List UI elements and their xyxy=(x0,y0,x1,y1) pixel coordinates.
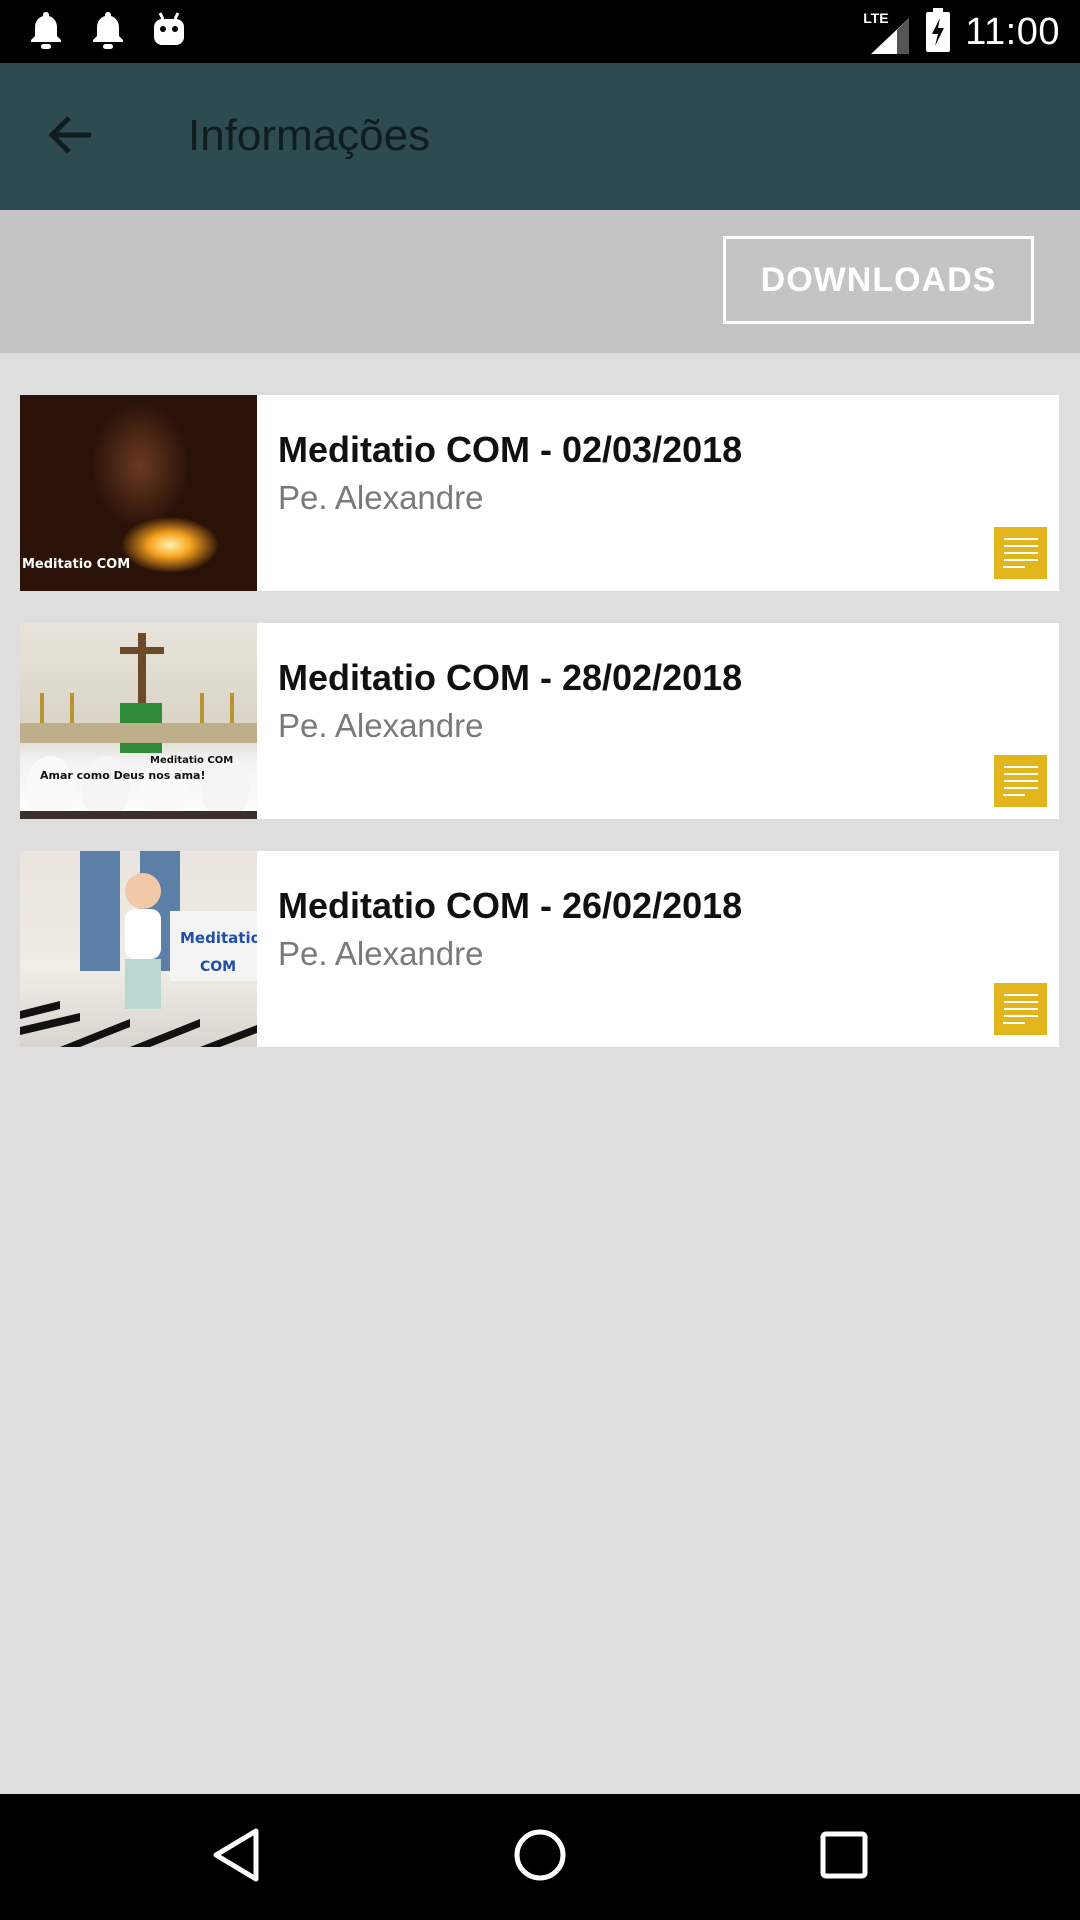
status-bar: LTE 11:00 xyxy=(0,0,1080,63)
lte-signal-icon: LTE xyxy=(863,10,911,56)
list-item[interactable]: Meditatio COM Meditatio COM - 02/03/2018… xyxy=(20,395,1059,591)
clock: 11:00 xyxy=(965,11,1060,53)
thumbnail-caption: Meditatio COM xyxy=(150,755,234,766)
notification-bell-icon xyxy=(90,10,126,55)
list-item[interactable]: Meditatio COM Meditatio COM - 26/02/2018… xyxy=(20,851,1059,1047)
thumbnail-image: Meditatio COM Amar como Deus nos ama! xyxy=(20,623,257,819)
app-bar: Informações xyxy=(0,63,1080,210)
text-lines-icon[interactable] xyxy=(994,755,1047,807)
status-icons-right: LTE 11:00 xyxy=(863,8,1060,57)
baby-scene xyxy=(20,851,257,1047)
meditation-list: Meditatio COM Meditatio COM - 02/03/2018… xyxy=(20,395,1060,1079)
android-icon xyxy=(152,11,186,54)
back-button[interactable] xyxy=(40,107,100,167)
nav-back-button[interactable] xyxy=(206,1827,266,1887)
nav-home-button[interactable] xyxy=(510,1827,570,1887)
thumbnail-caption: Meditatio COM xyxy=(22,557,131,572)
nav-recents-button[interactable] xyxy=(814,1827,874,1887)
thumbnail-caption: Meditatio xyxy=(180,929,257,947)
battery-charging-icon xyxy=(925,8,951,57)
status-icons-left xyxy=(28,10,186,55)
thumbnail-image: Meditatio COM xyxy=(20,851,257,1047)
item-title: Meditatio COM - 02/03/2018 xyxy=(278,429,743,470)
square-recents-icon xyxy=(819,1830,869,1885)
list-item[interactable]: Meditatio COM Amar como Deus nos ama! Me… xyxy=(20,623,1059,819)
altar-scene xyxy=(20,633,257,819)
downloads-button[interactable]: DOWNLOADS xyxy=(723,236,1034,324)
notification-bell-icon xyxy=(28,10,64,55)
triangle-back-icon xyxy=(210,1827,262,1888)
item-title: Meditatio COM - 28/02/2018 xyxy=(278,657,743,698)
circle-home-icon xyxy=(512,1827,568,1888)
text-lines-icon[interactable] xyxy=(994,983,1047,1035)
text-lines-icon[interactable] xyxy=(994,527,1047,579)
thumbnail-image: Meditatio COM xyxy=(20,395,257,591)
item-author: Pe. Alexandre xyxy=(278,479,484,516)
navigation-bar xyxy=(0,1794,1080,1920)
thumbnail-caption-2: Amar como Deus nos ama! xyxy=(40,769,206,782)
item-author: Pe. Alexandre xyxy=(278,935,484,972)
downloads-band: DOWNLOADS xyxy=(0,210,1080,353)
arrow-back-icon xyxy=(47,115,93,160)
item-title: Meditatio COM - 26/02/2018 xyxy=(278,885,743,926)
thumbnail-caption-2: COM xyxy=(200,959,237,975)
page-title: Informações xyxy=(188,111,431,160)
item-author: Pe. Alexandre xyxy=(278,707,484,744)
